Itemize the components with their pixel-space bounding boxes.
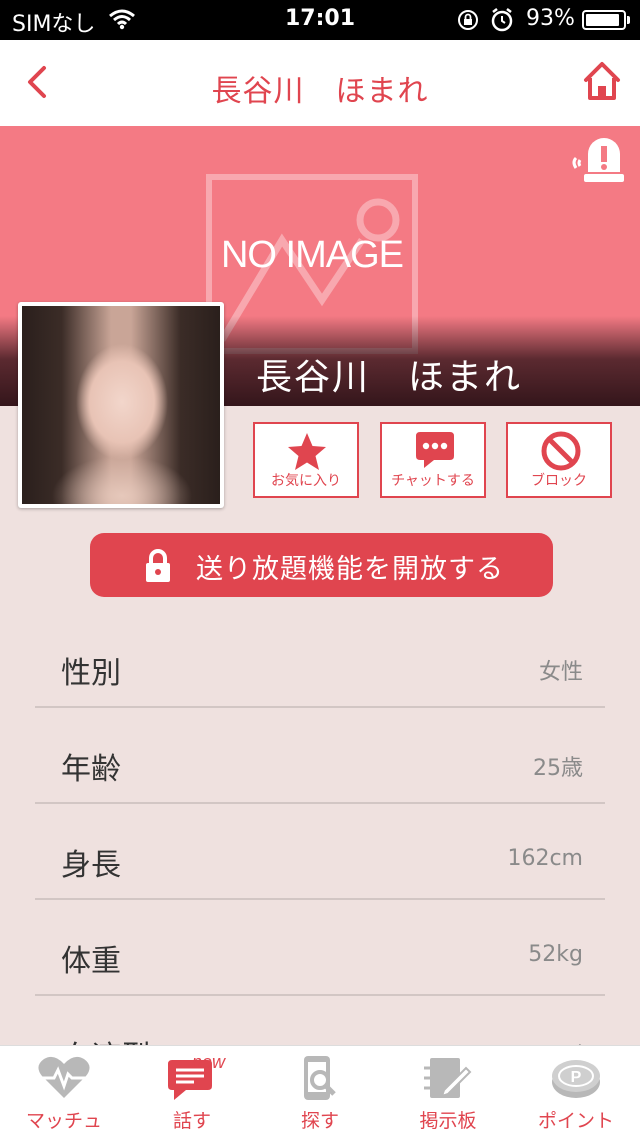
row-value: 25歳 — [533, 756, 583, 781]
star-icon — [288, 433, 326, 470]
row-key: 年齢 — [61, 752, 121, 787]
chat-bubble-icon — [416, 432, 454, 468]
favorite-button[interactable]: お気に入り — [253, 422, 359, 498]
orientation-lock-icon — [456, 8, 480, 36]
row-value: 162cm — [507, 846, 583, 871]
battery-icon — [582, 10, 626, 30]
tab-label: マッチュ — [25, 1110, 102, 1132]
unlock-unlimited-button[interactable]: 送り放題機能を開放する — [90, 533, 553, 597]
tab-search[interactable]: 探す — [256, 1046, 384, 1136]
row-key: 体重 — [61, 944, 121, 979]
tab-label: 話す — [172, 1110, 211, 1132]
block-button[interactable]: ブロック — [506, 422, 612, 498]
row-value: 52kg — [528, 942, 583, 967]
row-key: 性別 — [61, 656, 121, 691]
phone-search-icon — [304, 1056, 336, 1100]
profile-row: 年齢 25歳 — [35, 708, 605, 804]
alarm-icon — [490, 7, 514, 37]
tab-label: ポイント — [537, 1110, 614, 1132]
profile-details: 性別 女性 年齢 25歳 身長 162cm 体重 52kg 血液型 A型 — [35, 612, 605, 1092]
no-image-label: NO IMAGE — [220, 234, 404, 276]
avatar[interactable] — [18, 302, 224, 508]
new-badge: new — [192, 1052, 226, 1072]
block-label: ブロック — [531, 473, 587, 489]
favorite-label: お気に入り — [271, 473, 341, 489]
profile-name: 長谷川 ほまれ — [256, 357, 523, 398]
profile-row: 体重 52kg — [35, 900, 605, 996]
tab-match[interactable]: マッチュ — [0, 1046, 128, 1136]
profile-row: 身長 162cm — [35, 804, 605, 900]
block-icon — [541, 431, 581, 471]
page-title: 長谷川 ほまれ — [211, 74, 429, 109]
point-coin-icon: P — [552, 1060, 600, 1098]
profile-row: 性別 女性 — [35, 612, 605, 708]
battery-percent: 93% — [526, 6, 575, 31]
chat-label: チャットする — [391, 473, 475, 489]
row-value: 女性 — [538, 660, 583, 685]
home-icon[interactable] — [582, 60, 622, 106]
unlock-label: 送り放題機能を開放する — [196, 554, 504, 585]
tab-label: 掲示板 — [419, 1110, 477, 1132]
status-bar: SIMなし 17:01 93% — [0, 0, 640, 40]
tab-board[interactable]: 掲示板 — [384, 1046, 512, 1136]
board-icon — [424, 1058, 472, 1098]
profile-photo — [22, 306, 220, 504]
lock-icon — [146, 549, 170, 582]
report-alert-icon[interactable] — [566, 136, 626, 190]
heartbeat-icon — [38, 1056, 90, 1098]
tab-points[interactable]: P ポイント — [512, 1046, 640, 1136]
tab-talk[interactable]: new 話す — [128, 1046, 256, 1136]
svg-text:P: P — [571, 1069, 582, 1086]
chat-button[interactable]: チャットする — [380, 422, 486, 498]
nav-bar: 長谷川 ほまれ — [0, 40, 640, 126]
row-key: 身長 — [61, 848, 121, 883]
tab-bar: マッチュ new 話す 探す 掲示板 P ポイント — [0, 1046, 640, 1136]
tab-label: 探す — [300, 1110, 339, 1132]
